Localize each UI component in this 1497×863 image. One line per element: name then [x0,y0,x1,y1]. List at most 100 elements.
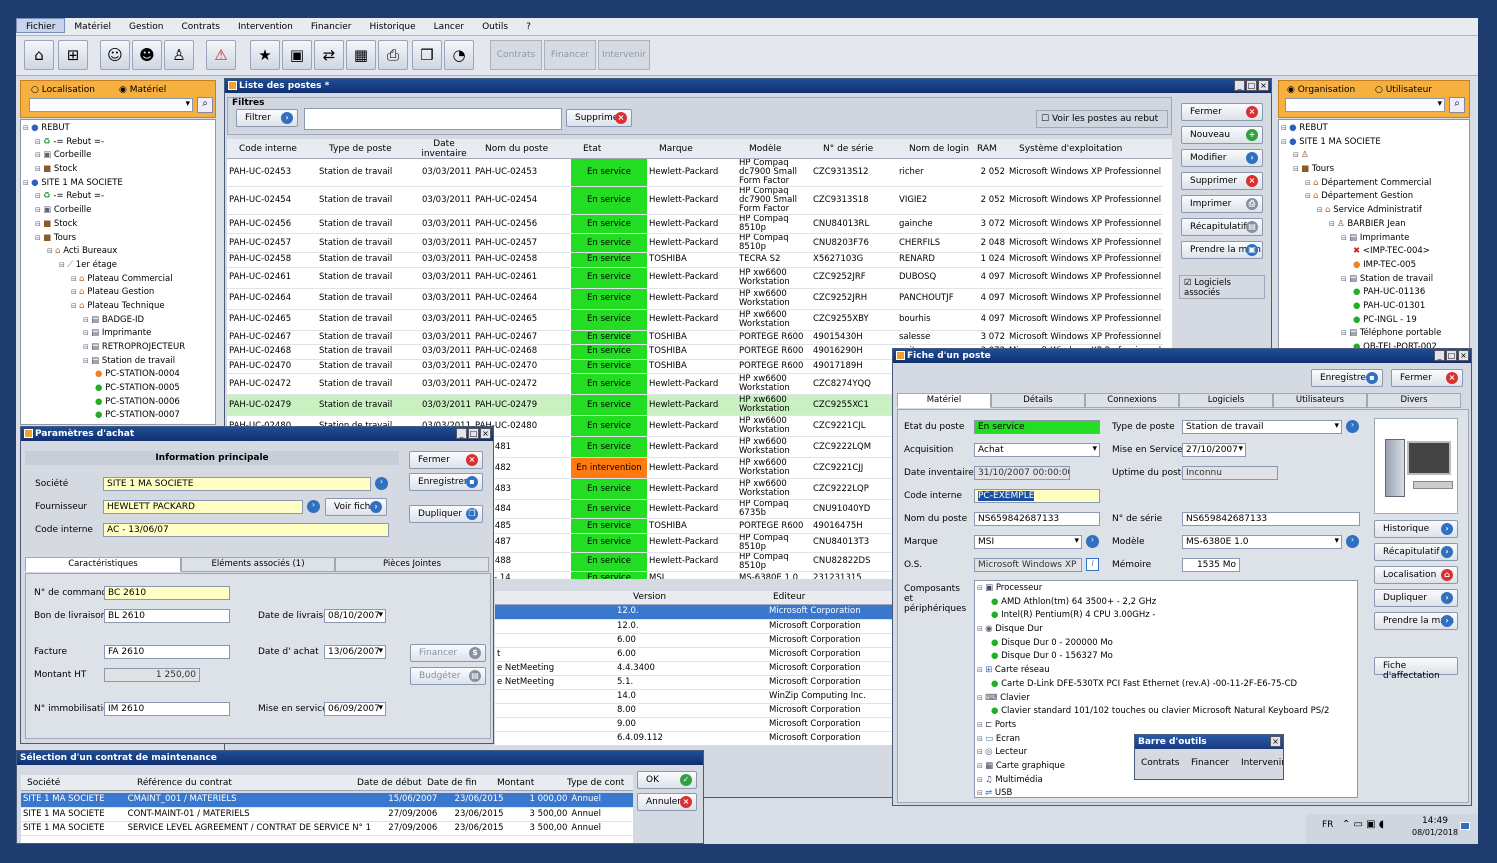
mise-service-field[interactable]: 27/10/2007 [1182,443,1246,457]
organisation-select[interactable] [1285,98,1445,112]
tree-node[interactable]: ● PC-INGL - 19 [1279,314,1469,328]
radio-localisation[interactable]: ○ Localisation [31,85,95,95]
menu-item-3[interactable]: Contrats [172,19,228,32]
column-header[interactable]: Type de poste [329,144,392,154]
tree-node[interactable]: ⊟ ▣ Corbeille [21,204,215,218]
table-row[interactable]: PAH-UC-02458Station de travail03/03/2011… [227,253,1163,268]
column-header[interactable]: RAM [977,144,997,154]
warning-icon[interactable]: ⚠ [206,40,236,70]
memoire-field[interactable]: 1535 Mo [1182,558,1240,572]
fermer-button[interactable]: Fermer× [409,451,483,469]
table-row[interactable]: SITE 1 MA SOCIETESERVICE LEVEL AGREEMENT… [21,821,633,835]
table-row[interactable]: PAH-UC-02465Station de travail03/03/2011… [227,309,1163,330]
tab-divers[interactable]: Divers [1367,393,1461,408]
tree-node[interactable]: ⊟ ▤ Téléphone portable [1279,327,1469,341]
tree-node[interactable]: ⊟ ● SITE 1 MA SOCIETE [21,177,215,191]
tree-node[interactable]: ⊟ ⇌ USB [975,787,1357,798]
maximize-button[interactable]: □ [1246,80,1257,91]
column-header[interactable]: Version [633,592,666,602]
toolbar-intervenir-button[interactable]: Intervenir [598,40,650,70]
tree-node[interactable]: ⊟ ⌂ Département Commercial [1279,177,1469,191]
transfer-icon[interactable]: ⇄ [314,40,344,70]
column-header[interactable]: Type de cont [567,778,624,788]
financer-button[interactable]: Financer$ [410,644,486,662]
tree-node[interactable]: ⊟ ⊞ Carte réseau [975,664,1357,678]
column-header[interactable]: Montant [497,778,534,788]
tree-node[interactable]: ⊟ ● SITE 1 MA SOCIETE [1279,136,1469,150]
tree-node[interactable]: ● AMD Athlon(tm) 64 3500+ - 2,2 GHz [975,596,1357,610]
goto-icon[interactable]: › [1086,535,1099,548]
fiche-side-button-0[interactable]: Historique› [1374,520,1458,538]
menu-item-2[interactable]: Gestion [120,19,172,32]
chart-icon[interactable]: ◔ [444,40,474,70]
close-button[interactable]: × [1270,736,1281,747]
date-achat-field[interactable]: 13/06/2007 [324,645,386,659]
tree-node[interactable]: ● PC-STATION-0004 [21,368,215,382]
tray-icons[interactable]: ⌃ ▭ ▣ ◖ [1342,819,1384,830]
expand-icon[interactable]: ⊟ [59,261,67,269]
tree-node[interactable]: ● Intel(R) Pentium(R) 4 CPU 3.00GHz - [975,609,1357,623]
fiche-side-button-2[interactable]: Localisation⌂ [1374,566,1458,584]
tree-node[interactable]: ● Disque Dur 0 - 156327 Mo [975,650,1357,664]
expand-icon[interactable]: ⊟ [1305,179,1313,187]
fournisseur-field[interactable]: HEWLETT PACKARD [103,500,303,514]
expand-icon[interactable]: ⊟ [83,343,91,351]
table-row[interactable]: PAH-UC-02464Station de travail03/03/2011… [227,288,1163,309]
tree-node[interactable]: ⊟ ♙ [1279,149,1469,163]
expand-icon[interactable]: ⊟ [1305,192,1313,200]
table-row[interactable]: PAH-UC-02467Station de travail03/03/2011… [227,330,1163,345]
tree-node[interactable]: ⊟ ⌂ Service Administratif [1279,204,1469,218]
tab-logiciels[interactable]: Logiciels [1179,393,1273,408]
radio-organisation[interactable]: ◉ Organisation [1287,85,1355,95]
column-header[interactable]: Modèle [749,144,782,154]
tree-node[interactable]: ⊟ ■ Tours [21,232,215,246]
table-row[interactable]: PAH-UC-02453Station de travail03/03/2011… [227,159,1163,187]
tree-node[interactable]: ● PC-STATION-0006 [21,396,215,410]
maximize-button[interactable]: □ [1446,350,1457,361]
column-header[interactable]: Date inventaire [419,139,469,159]
acquisition-field[interactable]: Achat [974,443,1100,457]
minimize-button[interactable]: _ [456,428,467,439]
grid-icon[interactable]: ▦ [346,40,376,70]
expand-icon[interactable]: ⊟ [71,288,79,296]
column-header[interactable]: Etat [583,144,601,154]
tree-node[interactable]: ● IMP-TEC-005 [1279,259,1469,273]
liste-fermerbutton[interactable]: Fermer× [1181,103,1263,121]
tab-détails[interactable]: Détails [991,393,1085,408]
expand-icon[interactable]: ⊟ [1329,220,1337,228]
expand-icon[interactable]: ⊟ [35,192,43,200]
expand-icon[interactable]: ⊟ [977,789,985,797]
menu-item-0[interactable]: Fichier [16,18,65,33]
tree-node[interactable]: ● Clavier standard 101/102 touches ou cl… [975,705,1357,719]
filter-input[interactable] [304,108,562,130]
facture-field[interactable]: FA 2610 [104,645,230,659]
expand-icon[interactable]: ⊟ [977,776,985,784]
expand-icon[interactable]: ⊟ [23,179,31,187]
tree-node[interactable]: ⊟ ▣ Corbeille [21,149,215,163]
tree-node[interactable]: ⊟ ♙ BARBIER Jean [1279,218,1469,232]
barre-financer-button[interactable]: Financer [1187,755,1235,773]
column-header[interactable]: Système d'exploitation [1019,144,1122,154]
annuler-button[interactable]: Annuler× [637,793,697,811]
tree-node[interactable]: ● Disque Dur 0 - 200000 Mo [975,637,1357,651]
ok-button[interactable]: OK✓ [637,771,697,789]
filter-button[interactable]: Filtrer› [236,109,298,127]
menu-item-1[interactable]: Matériel [65,19,120,32]
column-header[interactable]: Date de début [357,778,422,788]
tree-node[interactable]: ⊟ ⟋ 1er étage [21,259,215,273]
societe-field[interactable]: SITE 1 MA SOCIETE [103,477,371,491]
table-row[interactable]: SITE 1 MA SOCIETECMAINT_001 / MATERIELS1… [21,793,633,807]
table-row[interactable]: t6.00Microsoft Corporation [495,647,893,661]
table-row[interactable]: 6.00Microsoft Corporation [495,633,893,647]
liste-supprimerbutton[interactable]: Supprimer× [1181,172,1263,190]
expand-icon[interactable]: ⊟ [977,625,985,633]
etat-field[interactable]: En service [974,420,1100,434]
star-icon[interactable]: ★ [250,40,280,70]
menu-item-4[interactable]: Intervention [229,19,302,32]
language-indicator[interactable]: FR [1322,820,1333,830]
liste-nouveaubutton[interactable]: Nouveau+ [1181,126,1263,144]
liste-prendre-la-mainbutton[interactable]: Prendre la main▣ [1181,241,1263,259]
tree-node[interactable]: ⊟ ⌂ Acti Bureaux [21,245,215,259]
column-header[interactable]: N° de série [823,144,873,154]
goto-icon[interactable]: › [1346,420,1359,433]
